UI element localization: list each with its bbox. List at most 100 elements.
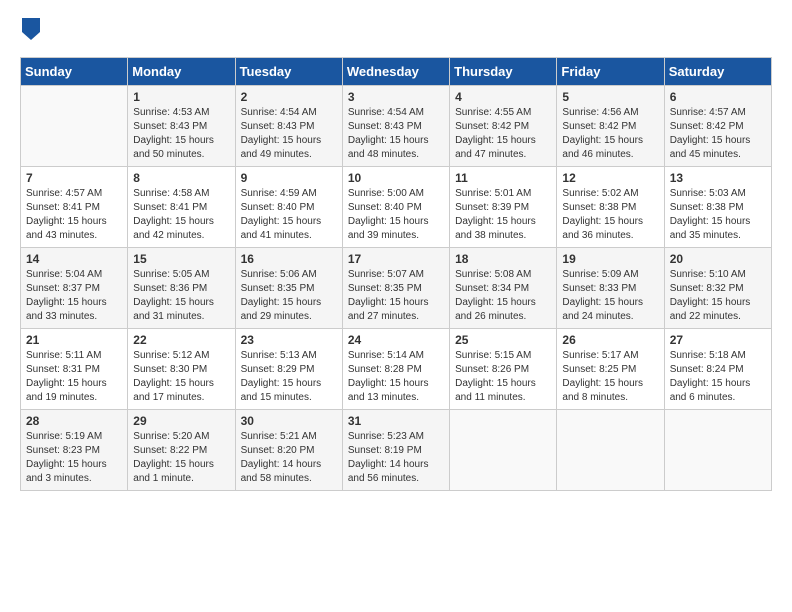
day-cell: 17 Sunrise: 5:07 AM Sunset: 8:35 PM Dayli… bbox=[342, 248, 449, 329]
day-cell: 20 Sunrise: 5:10 AM Sunset: 8:32 PM Dayli… bbox=[664, 248, 771, 329]
day-cell: 13Sunrise: 5:03 AM Sunset: 8:38 PM Dayli… bbox=[664, 167, 771, 248]
header-cell-friday: Friday bbox=[557, 58, 664, 86]
calendar-body: 1Sunrise: 4:53 AM Sunset: 8:43 PM Daylig… bbox=[21, 86, 772, 491]
header-row: SundayMondayTuesdayWednesdayThursdayFrid… bbox=[21, 58, 772, 86]
day-cell bbox=[21, 86, 128, 167]
day-number: 29 bbox=[133, 414, 229, 428]
day-content: Sunrise: 5:00 AM Sunset: 8:40 PM Dayligh… bbox=[348, 187, 444, 243]
week-row-1: 1Sunrise: 4:53 AM Sunset: 8:43 PM Daylig… bbox=[21, 86, 772, 167]
day-content: Sunrise: 5:10 AM Sunset: 8:32 PM Dayligh… bbox=[670, 268, 766, 324]
day-number: 30 bbox=[241, 414, 337, 428]
day-cell: 5 Sunrise: 4:56 AM Sunset: 8:42 PM Daylig… bbox=[557, 86, 664, 167]
day-content: Sunrise: 5:07 AM Sunset: 8:35 PM Dayligh… bbox=[348, 268, 444, 324]
day-cell: 3 Sunrise: 4:54 AM Sunset: 8:43 PM Daylig… bbox=[342, 86, 449, 167]
day-content: Sunrise: 4:54 AM Sunset: 8:43 PM Dayligh… bbox=[348, 106, 444, 162]
header-cell-tuesday: Tuesday bbox=[235, 58, 342, 86]
day-number: 25 bbox=[455, 333, 551, 347]
day-content: Sunrise: 4:53 AM Sunset: 8:43 PM Dayligh… bbox=[133, 106, 229, 162]
day-cell: 18 Sunrise: 5:08 AM Sunset: 8:34 PM Dayli… bbox=[450, 248, 557, 329]
logo-icon bbox=[22, 18, 40, 40]
day-cell: 6Sunrise: 4:57 AM Sunset: 8:42 PM Daylig… bbox=[664, 86, 771, 167]
day-number: 26 bbox=[562, 333, 658, 347]
day-number: 20 bbox=[670, 252, 766, 266]
day-number: 3 bbox=[348, 90, 444, 104]
day-number: 15 bbox=[133, 252, 229, 266]
day-number: 2 bbox=[241, 90, 337, 104]
week-row-5: 28 Sunrise: 5:19 AM Sunset: 8:23 PM Dayli… bbox=[21, 410, 772, 491]
day-content: Sunrise: 5:05 AM Sunset: 8:36 PM Dayligh… bbox=[133, 268, 229, 324]
day-content: Sunrise: 5:08 AM Sunset: 8:34 PM Dayligh… bbox=[455, 268, 551, 324]
day-number: 17 bbox=[348, 252, 444, 266]
day-content: Sunrise: 4:59 AM Sunset: 8:40 PM Dayligh… bbox=[241, 187, 337, 243]
day-content: Sunrise: 5:15 AM Sunset: 8:26 PM Dayligh… bbox=[455, 349, 551, 405]
day-cell bbox=[557, 410, 664, 491]
day-cell: 11 Sunrise: 5:01 AM Sunset: 8:39 PM Dayli… bbox=[450, 167, 557, 248]
day-number: 10 bbox=[348, 171, 444, 185]
week-row-4: 21 Sunrise: 5:11 AM Sunset: 8:31 PM Dayli… bbox=[21, 329, 772, 410]
day-cell: 8Sunrise: 4:58 AM Sunset: 8:41 PM Daylig… bbox=[128, 167, 235, 248]
day-number: 28 bbox=[26, 414, 122, 428]
header-cell-sunday: Sunday bbox=[21, 58, 128, 86]
day-content: Sunrise: 5:04 AM Sunset: 8:37 PM Dayligh… bbox=[26, 268, 122, 324]
day-cell bbox=[450, 410, 557, 491]
week-row-2: 7Sunrise: 4:57 AM Sunset: 8:41 PM Daylig… bbox=[21, 167, 772, 248]
day-content: Sunrise: 5:09 AM Sunset: 8:33 PM Dayligh… bbox=[562, 268, 658, 324]
day-number: 18 bbox=[455, 252, 551, 266]
day-cell: 22Sunrise: 5:12 AM Sunset: 8:30 PM Dayli… bbox=[128, 329, 235, 410]
day-number: 5 bbox=[562, 90, 658, 104]
day-cell: 10 Sunrise: 5:00 AM Sunset: 8:40 PM Dayli… bbox=[342, 167, 449, 248]
day-cell: 14Sunrise: 5:04 AM Sunset: 8:37 PM Dayli… bbox=[21, 248, 128, 329]
day-cell: 1Sunrise: 4:53 AM Sunset: 8:43 PM Daylig… bbox=[128, 86, 235, 167]
day-content: Sunrise: 4:54 AM Sunset: 8:43 PM Dayligh… bbox=[241, 106, 337, 162]
day-content: Sunrise: 5:01 AM Sunset: 8:39 PM Dayligh… bbox=[455, 187, 551, 243]
day-cell: 31 Sunrise: 5:23 AM Sunset: 8:19 PM Dayli… bbox=[342, 410, 449, 491]
day-number: 23 bbox=[241, 333, 337, 347]
day-number: 8 bbox=[133, 171, 229, 185]
day-number: 16 bbox=[241, 252, 337, 266]
day-number: 6 bbox=[670, 90, 766, 104]
day-cell: 9Sunrise: 4:59 AM Sunset: 8:40 PM Daylig… bbox=[235, 167, 342, 248]
day-cell bbox=[664, 410, 771, 491]
day-cell: 28 Sunrise: 5:19 AM Sunset: 8:23 PM Dayli… bbox=[21, 410, 128, 491]
day-number: 13 bbox=[670, 171, 766, 185]
day-number: 11 bbox=[455, 171, 551, 185]
day-content: Sunrise: 5:20 AM Sunset: 8:22 PM Dayligh… bbox=[133, 430, 229, 486]
day-content: Sunrise: 5:19 AM Sunset: 8:23 PM Dayligh… bbox=[26, 430, 122, 486]
day-cell: 25 Sunrise: 5:15 AM Sunset: 8:26 PM Dayli… bbox=[450, 329, 557, 410]
day-content: Sunrise: 5:21 AM Sunset: 8:20 PM Dayligh… bbox=[241, 430, 337, 486]
day-content: Sunrise: 5:02 AM Sunset: 8:38 PM Dayligh… bbox=[562, 187, 658, 243]
day-cell: 19 Sunrise: 5:09 AM Sunset: 8:33 PM Dayli… bbox=[557, 248, 664, 329]
page-header bbox=[20, 20, 772, 47]
logo bbox=[20, 20, 40, 47]
day-cell: 23 Sunrise: 5:13 AM Sunset: 8:29 PM Dayli… bbox=[235, 329, 342, 410]
day-content: Sunrise: 5:11 AM Sunset: 8:31 PM Dayligh… bbox=[26, 349, 122, 405]
header-cell-monday: Monday bbox=[128, 58, 235, 86]
day-cell: 21 Sunrise: 5:11 AM Sunset: 8:31 PM Dayli… bbox=[21, 329, 128, 410]
day-number: 21 bbox=[26, 333, 122, 347]
day-content: Sunrise: 5:18 AM Sunset: 8:24 PM Dayligh… bbox=[670, 349, 766, 405]
day-number: 24 bbox=[348, 333, 444, 347]
day-content: Sunrise: 5:14 AM Sunset: 8:28 PM Dayligh… bbox=[348, 349, 444, 405]
day-content: Sunrise: 5:06 AM Sunset: 8:35 PM Dayligh… bbox=[241, 268, 337, 324]
day-number: 12 bbox=[562, 171, 658, 185]
day-cell: 24 Sunrise: 5:14 AM Sunset: 8:28 PM Dayli… bbox=[342, 329, 449, 410]
day-cell: 7Sunrise: 4:57 AM Sunset: 8:41 PM Daylig… bbox=[21, 167, 128, 248]
day-cell: 15 Sunrise: 5:05 AM Sunset: 8:36 PM Dayli… bbox=[128, 248, 235, 329]
day-cell: 4 Sunrise: 4:55 AM Sunset: 8:42 PM Daylig… bbox=[450, 86, 557, 167]
day-content: Sunrise: 5:12 AM Sunset: 8:30 PM Dayligh… bbox=[133, 349, 229, 405]
day-number: 19 bbox=[562, 252, 658, 266]
day-content: Sunrise: 4:55 AM Sunset: 8:42 PM Dayligh… bbox=[455, 106, 551, 162]
day-content: Sunrise: 5:13 AM Sunset: 8:29 PM Dayligh… bbox=[241, 349, 337, 405]
week-row-3: 14Sunrise: 5:04 AM Sunset: 8:37 PM Dayli… bbox=[21, 248, 772, 329]
day-number: 31 bbox=[348, 414, 444, 428]
day-cell: 12 Sunrise: 5:02 AM Sunset: 8:38 PM Dayli… bbox=[557, 167, 664, 248]
day-content: Sunrise: 5:23 AM Sunset: 8:19 PM Dayligh… bbox=[348, 430, 444, 486]
day-content: Sunrise: 4:57 AM Sunset: 8:41 PM Dayligh… bbox=[26, 187, 122, 243]
calendar-header: SundayMondayTuesdayWednesdayThursdayFrid… bbox=[21, 58, 772, 86]
day-number: 27 bbox=[670, 333, 766, 347]
day-cell: 29 Sunrise: 5:20 AM Sunset: 8:22 PM Dayli… bbox=[128, 410, 235, 491]
day-content: Sunrise: 4:56 AM Sunset: 8:42 PM Dayligh… bbox=[562, 106, 658, 162]
day-number: 4 bbox=[455, 90, 551, 104]
day-cell: 27 Sunrise: 5:18 AM Sunset: 8:24 PM Dayli… bbox=[664, 329, 771, 410]
calendar-table: SundayMondayTuesdayWednesdayThursdayFrid… bbox=[20, 57, 772, 491]
